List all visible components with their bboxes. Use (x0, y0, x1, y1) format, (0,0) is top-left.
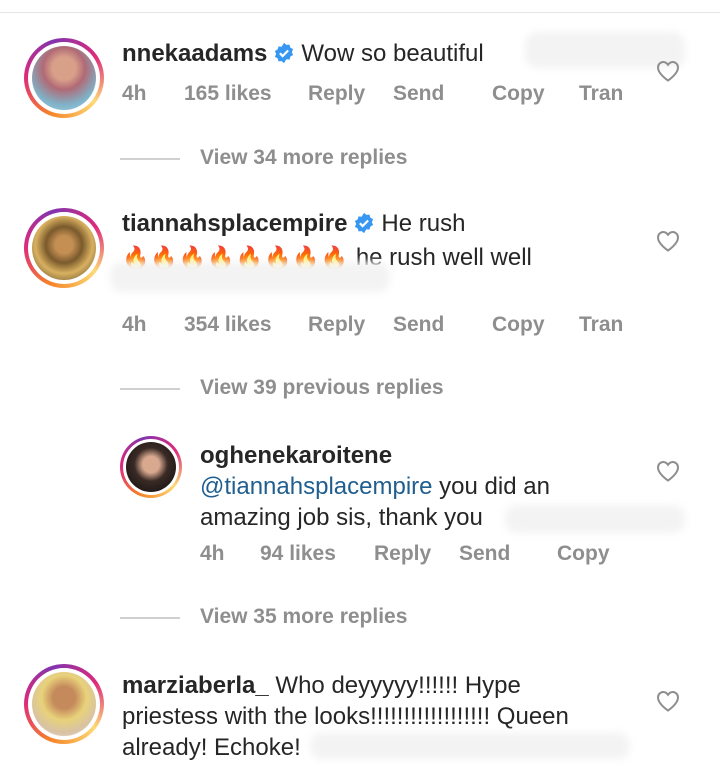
divider-top (0, 12, 720, 13)
send-button[interactable]: Send (459, 542, 510, 566)
send-button[interactable]: Send (393, 313, 444, 337)
avatar[interactable] (24, 208, 104, 288)
view-more-replies-1[interactable]: View 34 more replies (120, 146, 520, 174)
like-heart-icon[interactable] (656, 230, 680, 257)
username[interactable]: nnekaadams (122, 40, 267, 67)
comment-time: 4h (122, 313, 147, 336)
comment-text-line1: Who deyyyyy!!!!!! Hype (268, 672, 521, 699)
comment-time: 4h (200, 542, 225, 565)
comment-text-line3: already! Echoke! (122, 734, 301, 761)
reply-button[interactable]: Reply (308, 313, 365, 337)
redacted-area (505, 505, 685, 533)
comment-text-line1: He rush (381, 210, 466, 237)
view-previous-replies[interactable]: View 39 previous replies (120, 376, 520, 404)
redacted-area (110, 262, 390, 292)
likes-count[interactable]: 354 likes (184, 313, 272, 337)
thread-line (120, 388, 180, 390)
reply-button[interactable]: Reply (374, 542, 431, 566)
username[interactable]: tiannahsplacempire (122, 210, 347, 237)
username[interactable]: oghenekaroitene (200, 442, 392, 469)
redacted-area (310, 733, 630, 759)
username[interactable]: marziaberla_ (122, 672, 269, 699)
like-heart-icon[interactable] (656, 690, 680, 717)
view-more-replies-2[interactable]: View 35 more replies (120, 605, 520, 633)
view-replies-label[interactable]: View 39 previous replies (200, 376, 444, 400)
like-heart-icon[interactable] (656, 460, 680, 487)
thread-line (120, 158, 180, 160)
comment-text-line2: priestess with the looks!!!!!!!!!!!!!!!!… (122, 703, 569, 730)
likes-count[interactable]: 165 likes (184, 82, 272, 106)
copy-button[interactable]: Copy (557, 542, 610, 566)
view-replies-label[interactable]: View 34 more replies (200, 146, 407, 170)
thread-line (120, 617, 180, 619)
comment-text-line1: you did an (432, 473, 550, 500)
like-heart-icon[interactable] (656, 60, 680, 87)
comment-text-line2: amazing job sis, thank you (200, 504, 483, 531)
copy-button[interactable]: Copy (492, 313, 545, 337)
avatar[interactable] (24, 664, 104, 744)
translate-button[interactable]: Tran (579, 82, 623, 106)
avatar[interactable] (120, 436, 182, 498)
send-button[interactable]: Send (393, 82, 444, 106)
reply-button[interactable]: Reply (308, 82, 365, 106)
translate-button[interactable]: Tran (579, 313, 623, 337)
mention-link[interactable]: @tiannahsplacempire (200, 473, 433, 500)
view-replies-label[interactable]: View 35 more replies (200, 605, 407, 629)
verified-badge-icon (273, 41, 295, 72)
copy-button[interactable]: Copy (492, 82, 545, 106)
verified-badge-icon (353, 211, 375, 242)
avatar[interactable] (24, 38, 104, 118)
comment-time: 4h (122, 82, 147, 105)
comment-text: Wow so beautiful (301, 40, 484, 67)
likes-count[interactable]: 94 likes (260, 542, 336, 566)
